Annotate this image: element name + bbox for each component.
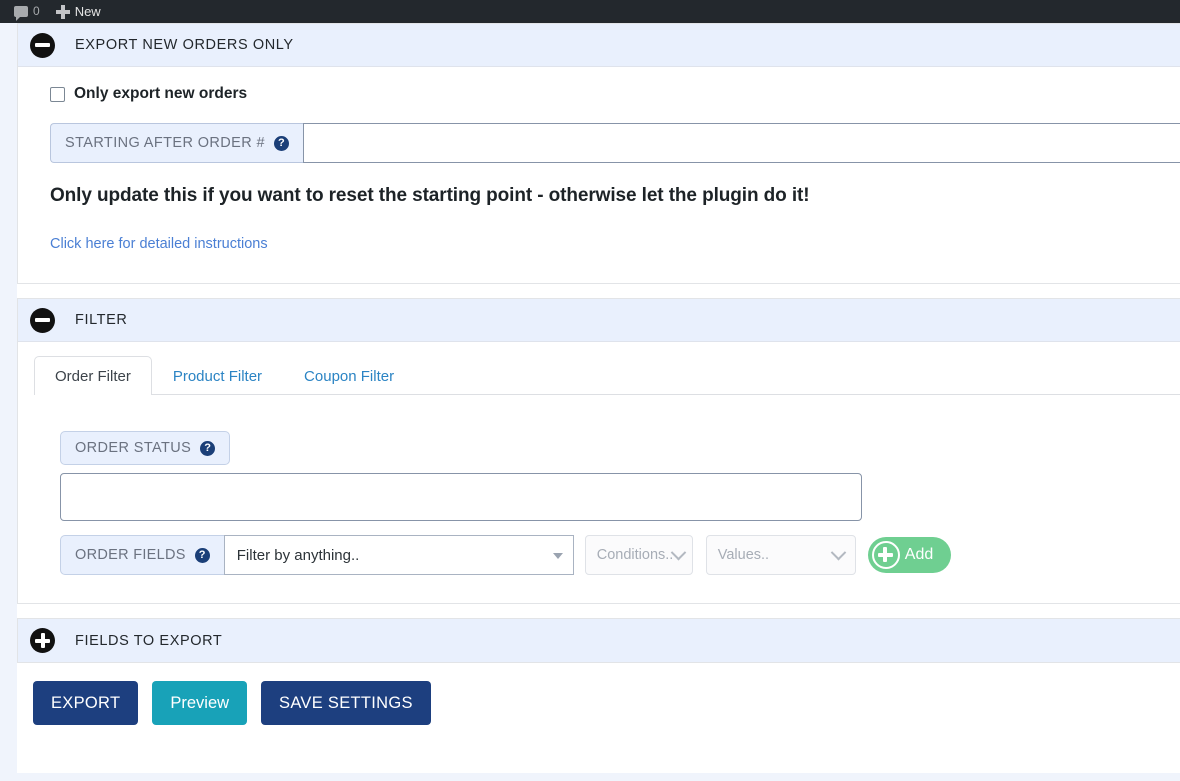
order-fields-label-text: ORDER FIELDS: [75, 547, 186, 563]
panel-title-fields-to-export: FIELDS TO EXPORT: [75, 632, 223, 649]
wp-admin-bar: 0 New: [0, 0, 1180, 23]
add-filter-button[interactable]: Add: [867, 537, 952, 573]
tab-coupon-filter[interactable]: Coupon Filter: [283, 356, 415, 395]
conditions-select-placeholder: Conditions..: [596, 547, 674, 563]
panel-header-fields-to-export[interactable]: FIELDS TO EXPORT: [18, 619, 1180, 662]
save-settings-button[interactable]: SAVE SETTINGS: [261, 681, 431, 725]
admin-bar-new-label: New: [74, 4, 101, 19]
order-status-label-text: ORDER STATUS: [75, 440, 192, 456]
starting-after-order-label: STARTING AFTER ORDER # ?: [50, 123, 304, 163]
tab-order-filter[interactable]: Order Filter: [34, 356, 152, 395]
page-bottom-strip: [0, 773, 1180, 781]
plus-circle-icon: [871, 541, 900, 569]
order-status-multiselect[interactable]: [60, 473, 862, 521]
question-mark-icon[interactable]: ?: [200, 440, 216, 456]
values-select[interactable]: Values..: [705, 535, 856, 575]
tab-product-filter[interactable]: Product Filter: [152, 356, 283, 395]
chevron-down-icon: [671, 544, 687, 560]
panel-title-export-new-orders: EXPORT NEW ORDERS ONLY: [75, 37, 294, 53]
caret-down-icon: [552, 553, 563, 559]
admin-content-area: EXPORT NEW ORDERS ONLY Only export new o…: [0, 23, 1180, 781]
filter-tabs: Order Filter Product Filter Coupon Filte…: [34, 342, 1180, 395]
admin-bar-comments[interactable]: 0: [6, 0, 48, 23]
panel-fields-to-export: FIELDS TO EXPORT: [17, 618, 1180, 663]
detailed-instructions-link[interactable]: Click here for detailed instructions: [50, 236, 268, 252]
order-fields-select-value: Filter by anything..: [236, 546, 360, 564]
footer-action-buttons: EXPORT Preview SAVE SETTINGS: [33, 681, 1180, 725]
comment-count: 0: [33, 4, 40, 18]
comment-bubble-icon: [14, 6, 28, 21]
chevron-down-icon: [830, 544, 847, 560]
panel-filter: FILTER Order Filter Product Filter Coupo…: [17, 298, 1180, 604]
export-button[interactable]: EXPORT: [33, 681, 139, 725]
admin-bar-new[interactable]: New: [48, 0, 109, 23]
order-status-label: ORDER STATUS ?: [60, 431, 231, 465]
starting-after-order-group: STARTING AFTER ORDER # ?: [50, 123, 1180, 163]
starting-point-note: Only update this if you want to reset th…: [50, 185, 810, 206]
values-select-placeholder: Values..: [717, 547, 770, 563]
panel-title-filter: FILTER: [75, 312, 128, 328]
starting-after-order-input[interactable]: [303, 123, 1180, 163]
plus-icon: [55, 4, 70, 19]
panel-header-export-new-orders[interactable]: EXPORT NEW ORDERS ONLY: [18, 24, 1180, 67]
minus-circle-icon[interactable]: [30, 307, 55, 333]
order-fields-select[interactable]: Filter by anything..: [223, 535, 574, 575]
preview-button[interactable]: Preview: [152, 681, 248, 725]
minus-circle-icon[interactable]: [30, 32, 55, 58]
only-export-new-orders-label: Only export new orders: [74, 85, 248, 102]
only-export-new-orders-row[interactable]: Only export new orders: [50, 85, 1180, 103]
conditions-select[interactable]: Conditions..: [584, 535, 693, 575]
add-filter-label: Add: [904, 546, 934, 563]
question-mark-icon[interactable]: ?: [194, 547, 210, 563]
panel-body-export-new-orders: Only export new orders STARTING AFTER OR…: [18, 67, 1180, 283]
panel-header-filter[interactable]: FILTER: [18, 299, 1180, 342]
order-fields-row: ORDER FIELDS ? Filter by anything.. Cond…: [60, 535, 1180, 575]
order-filter-panel: ORDER STATUS ? ORDER FIELDS ? Filter by …: [18, 395, 1180, 603]
detailed-instructions-line: Click here for detailed instructions: [50, 235, 1180, 253]
order-fields-label: ORDER FIELDS ?: [60, 535, 224, 575]
question-mark-icon[interactable]: ?: [274, 135, 290, 151]
panel-export-new-orders-only: EXPORT NEW ORDERS ONLY Only export new o…: [17, 23, 1180, 284]
starting-after-order-label-text: STARTING AFTER ORDER #: [65, 135, 266, 151]
only-export-new-orders-checkbox[interactable]: [50, 86, 65, 102]
panel-body-filter: Order Filter Product Filter Coupon Filte…: [18, 342, 1180, 603]
plus-circle-icon[interactable]: [30, 628, 55, 653]
